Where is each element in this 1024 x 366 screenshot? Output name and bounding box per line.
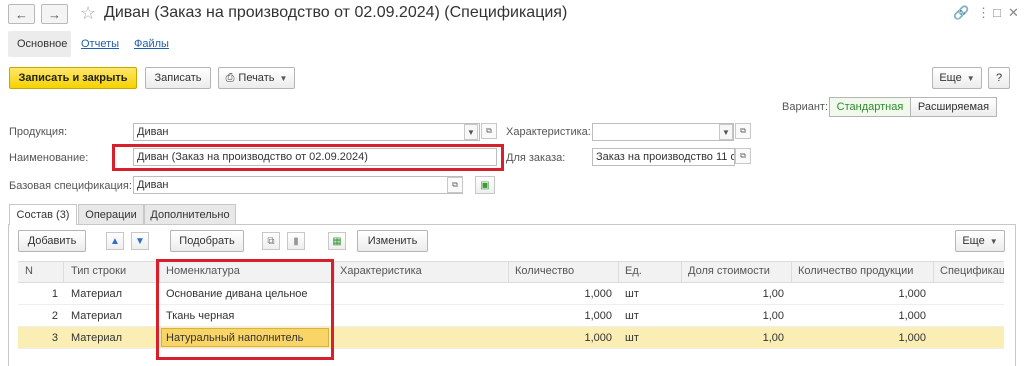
cell-product-quantity: 1,000 (898, 288, 926, 300)
col-n[interactable]: N (25, 265, 33, 277)
cell-unit: шт (625, 288, 639, 300)
move-down-icon[interactable]: ▼ (131, 232, 149, 250)
cell-n: 3 (51, 332, 58, 344)
variant-standard[interactable]: Стандартная (829, 97, 911, 117)
maximize-icon[interactable]: □ (993, 5, 1001, 20)
cell-unit: шт (625, 332, 639, 344)
col-divider (933, 261, 934, 283)
section-files[interactable]: Файлы (134, 38, 169, 50)
help-button[interactable]: ? (988, 67, 1010, 89)
print-label: Печать (238, 72, 275, 84)
chevron-down-icon: ▼ (989, 236, 998, 246)
add-row-button[interactable]: Добавить (18, 230, 86, 252)
section-reports[interactable]: Отчеты (81, 38, 119, 50)
highlight-nomenclature (156, 259, 334, 360)
order-field[interactable]: Заказ на производство 11 о (592, 148, 735, 166)
cell-product-quantity: 1,000 (898, 310, 926, 322)
more-vertical-icon[interactable]: ⋮ (977, 5, 990, 21)
dropdown-arrow-icon[interactable]: ▼ (464, 124, 478, 140)
base-spec-label: Базовая спецификация: (9, 180, 132, 192)
variant-label: Вариант: (782, 101, 829, 113)
cell-quantity: 1,000 (584, 310, 612, 322)
copy-icon[interactable]: ⧉ (262, 232, 280, 250)
dropdown-arrow-icon[interactable]: ▼ (719, 124, 733, 140)
save-button[interactable]: Записать (145, 67, 211, 89)
col-divider (508, 261, 509, 283)
back-button[interactable]: ← (8, 4, 35, 24)
col-unit[interactable]: Ед. (625, 265, 642, 277)
change-button[interactable]: Изменить (357, 230, 428, 252)
table-more-button[interactable]: Еще ▼ (955, 230, 1005, 252)
window-title: Диван (Заказ на производство от 02.09.20… (104, 4, 568, 21)
cell-product-quantity: 1,000 (898, 332, 926, 344)
cell-n: 1 (51, 288, 58, 300)
col-row-type[interactable]: Тип строки (71, 265, 126, 277)
table-more-label: Еще (962, 235, 985, 247)
col-specification[interactable]: Спецификац (940, 265, 1004, 277)
open-icon[interactable]: ⧉ (481, 123, 497, 139)
close-icon[interactable]: ✕ (1008, 5, 1019, 21)
open-icon[interactable]: ⧉ (735, 123, 751, 139)
tab-composition[interactable]: Состав (3) (9, 204, 77, 225)
cell-cost-share: 1,00 (762, 310, 784, 322)
variant-extended[interactable]: Расширяемая (910, 97, 997, 117)
col-quantity[interactable]: Количество (515, 265, 574, 277)
open-icon[interactable]: ⧉ (735, 148, 751, 164)
chevron-down-icon: ▼ (966, 73, 975, 83)
tab-operations[interactable]: Операции (78, 204, 144, 224)
paste-icon[interactable]: ▮ (287, 232, 305, 250)
characteristic-label: Характеристика: (506, 126, 591, 138)
arrow-left-icon: ← (15, 6, 28, 22)
arrow-right-icon: → (48, 6, 61, 22)
fill-from-spec-icon[interactable]: ▣ (475, 176, 495, 194)
cell-row-type: Материал (71, 332, 122, 344)
col-divider (63, 261, 64, 283)
product-field[interactable]: Диван (133, 123, 480, 141)
cell-quantity: 1,000 (584, 332, 612, 344)
cell-n: 2 (51, 310, 58, 322)
pick-button[interactable]: Подобрать (170, 230, 244, 252)
tab-additional[interactable]: Дополнительно (144, 204, 236, 224)
open-icon[interactable]: ⧉ (447, 177, 463, 193)
col-characteristic[interactable]: Характеристика (340, 265, 422, 277)
col-product-quantity[interactable]: Количество продукции (798, 265, 913, 277)
favorite-star-icon[interactable]: ☆ (80, 3, 96, 24)
cell-row-type: Материал (71, 310, 122, 322)
col-divider (791, 261, 792, 283)
link-icon[interactable]: 🔗 (953, 5, 969, 21)
name-label: Наименование: (9, 152, 89, 164)
cell-row-type: Материал (71, 288, 122, 300)
col-divider (334, 261, 335, 283)
more-label: Еще (939, 72, 962, 84)
order-label: Для заказа: (506, 152, 566, 164)
chevron-down-icon: ▼ (279, 73, 288, 83)
move-up-icon[interactable]: ▲ (106, 232, 124, 250)
cell-cost-share: 1,00 (762, 332, 784, 344)
cell-unit: шт (625, 310, 639, 322)
cell-quantity: 1,000 (584, 288, 612, 300)
col-divider (681, 261, 682, 283)
print-button[interactable]: ⎙ Печать ▼ (218, 67, 295, 89)
characteristic-field[interactable] (592, 123, 734, 141)
highlight-name (112, 144, 504, 171)
save-and-close-button[interactable]: Записать и закрыть (9, 67, 137, 89)
cell-cost-share: 1,00 (762, 288, 784, 300)
more-button[interactable]: Еще ▼ (932, 67, 982, 89)
col-divider (618, 261, 619, 283)
section-main[interactable]: Основное (17, 38, 67, 50)
base-spec-field[interactable]: Диван (133, 176, 463, 194)
forward-button[interactable]: → (41, 4, 68, 24)
col-cost-share[interactable]: Доля стоимости (688, 265, 770, 277)
product-label: Продукция: (9, 126, 68, 138)
table-settings-icon[interactable]: ▦ (328, 232, 346, 250)
printer-icon: ⎙ (225, 71, 235, 84)
